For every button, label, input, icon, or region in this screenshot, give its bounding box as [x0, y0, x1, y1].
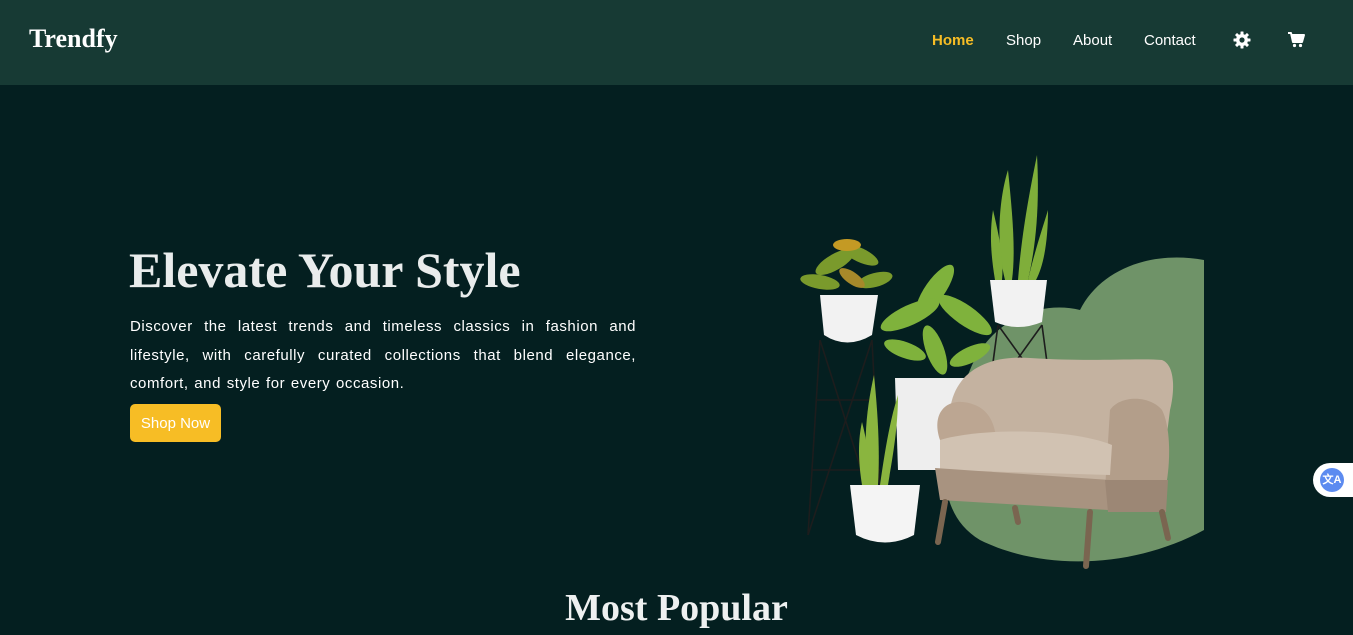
translate-icon: 文A [1320, 468, 1344, 492]
hero-title: Elevate Your Style [129, 242, 521, 298]
shop-now-button[interactable]: Shop Now [130, 404, 221, 442]
most-popular-heading: Most Popular [565, 587, 788, 629]
nav-about-link[interactable]: About [1073, 32, 1112, 49]
brand-logo[interactable]: Trendfy [29, 24, 118, 54]
hero-description: Discover the latest trends and timeless … [130, 318, 636, 393]
gear-icon[interactable] [1232, 30, 1252, 50]
cart-icon[interactable] [1287, 30, 1307, 50]
translate-widget[interactable]: 文A [1313, 463, 1353, 497]
nav-contact-link[interactable]: Contact [1144, 32, 1196, 49]
nav-home-link[interactable]: Home [932, 32, 974, 49]
navbar: Trendfy Home Shop About Contact [0, 0, 1353, 85]
hero-image [790, 150, 1210, 580]
nav-shop-link[interactable]: Shop [1006, 32, 1041, 49]
